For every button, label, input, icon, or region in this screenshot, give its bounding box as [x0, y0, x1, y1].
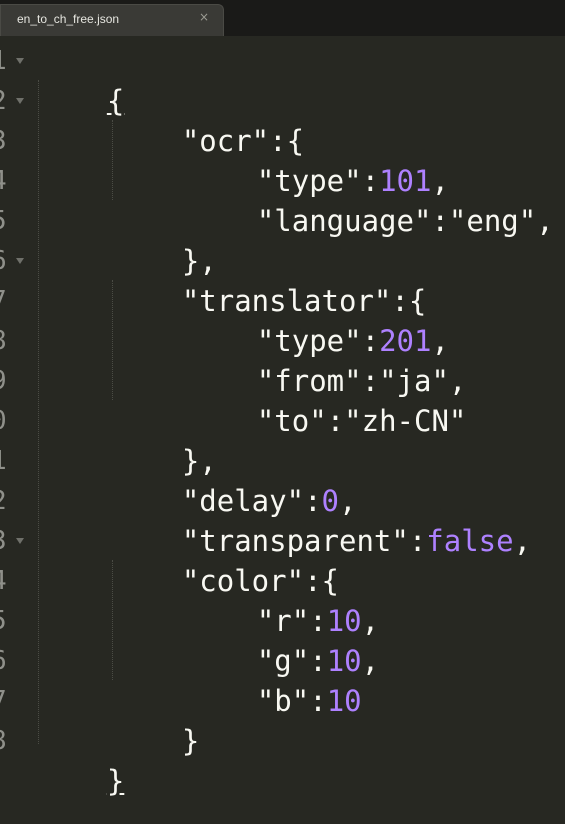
file-tab-label: en_to_ch_free.json — [17, 12, 120, 26]
code-line: "translator":{ — [112, 241, 426, 318]
code-line: "b":10 — [187, 641, 362, 718]
line-number: 3 — [0, 121, 11, 161]
code-line: "g":10, — [187, 601, 379, 678]
json-punct: , — [361, 644, 380, 678]
line-number: 8 — [0, 721, 11, 761]
json-punct: , — [513, 524, 532, 558]
code-line: "from":"ja", — [187, 321, 467, 398]
code-line: "type":201, — [187, 281, 449, 358]
close-icon[interactable]: × — [199, 10, 209, 24]
line-number: 6 — [0, 641, 11, 681]
code-line: "transparent":false, — [112, 481, 531, 558]
line-number: 7 — [0, 281, 11, 321]
line-number: 9 — [0, 361, 11, 401]
code-line: { — [37, 41, 124, 118]
indent-guide — [38, 80, 39, 744]
line-number: 5 — [0, 201, 11, 241]
code-line: }, — [112, 201, 217, 278]
code-editor[interactable]: 1 2 3 4 5 6 7 8 9 0 1 2 3 4 5 6 7 8 { "o… — [0, 36, 565, 824]
close-brace: } — [181, 724, 200, 758]
line-number: 1 — [0, 41, 11, 81]
line-number: 4 — [0, 561, 11, 601]
json-punct: , — [536, 204, 554, 238]
line-number: 4 — [0, 161, 11, 201]
fold-arrow-icon[interactable] — [16, 258, 24, 264]
line-number: 0 — [0, 401, 11, 441]
code-line: "ocr":{ — [112, 81, 304, 158]
line-number: 7 — [0, 681, 11, 721]
json-boolean: false — [426, 524, 514, 558]
line-number: 3 — [0, 521, 11, 561]
line-number: 6 — [0, 241, 11, 281]
code-line: "color":{ — [112, 521, 339, 598]
file-tab[interactable]: en_to_ch_free.json × — [0, 4, 224, 36]
json-punct: : — [309, 684, 327, 718]
json-punct: : — [408, 524, 427, 558]
fold-arrow-icon[interactable] — [16, 98, 24, 104]
json-string: "zh-CN" — [344, 404, 467, 438]
code-line: "r":10, — [187, 561, 379, 638]
json-number: 10 — [326, 684, 362, 718]
fold-arrow-icon[interactable] — [16, 538, 24, 544]
json-punct: : — [431, 204, 449, 238]
code-line: }, — [112, 401, 217, 478]
line-number: 2 — [0, 481, 11, 521]
code-line: "type":101, — [187, 121, 449, 198]
json-string: "eng" — [448, 204, 537, 238]
fold-arrow-icon[interactable] — [16, 58, 24, 64]
code-line: } — [112, 681, 199, 758]
json-key: "b" — [256, 684, 310, 718]
tab-bar: en_to_ch_free.json × — [0, 0, 565, 36]
close-brace: } — [106, 764, 125, 798]
code-line: "to":"zh-CN" — [187, 361, 467, 438]
line-number: 5 — [0, 601, 11, 641]
code-line: } — [37, 721, 124, 798]
line-number: 2 — [0, 81, 11, 121]
code-line: "delay":0, — [112, 441, 357, 518]
code-line: "language":"eng", — [187, 161, 554, 238]
json-key: "to" — [256, 404, 327, 438]
line-number: 1 — [0, 441, 11, 481]
json-punct: : — [326, 404, 345, 438]
line-number-gutter: 1 2 3 4 5 6 7 8 9 0 1 2 3 4 5 6 7 8 — [0, 36, 34, 824]
json-key: "language" — [256, 204, 432, 238]
line-number: 8 — [0, 321, 11, 361]
